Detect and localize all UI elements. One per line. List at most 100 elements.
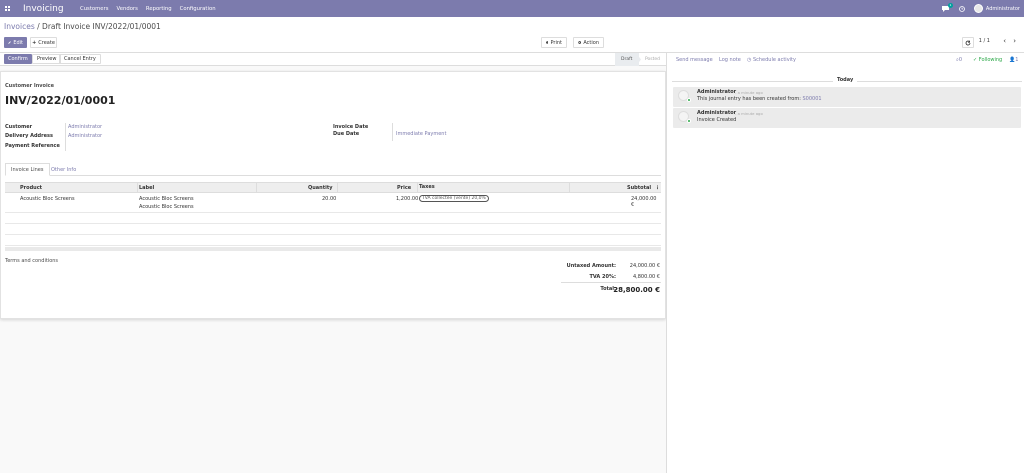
user-menu[interactable]: Administrator [986, 6, 1020, 12]
create-label: Create [38, 39, 55, 46]
chat-icon[interactable]: 1 [942, 2, 953, 13]
table-row [5, 213, 661, 224]
line-label-description: Acoustic Bloc Screens [139, 204, 194, 210]
schedule-activity-button[interactable]: ◷ Schedule activity [747, 57, 796, 63]
date-label: Today [833, 77, 858, 83]
column-options-icon[interactable]: ⋮ [655, 185, 660, 191]
customer-label: Customer [5, 124, 33, 130]
chatter-panel: Send message Log note ◷ Schedule activit… [666, 53, 1024, 473]
confirm-button[interactable]: Confirm [4, 54, 32, 64]
menu-reporting[interactable]: Reporting [146, 6, 172, 12]
pager-next-icon[interactable]: › [1013, 37, 1016, 45]
col-label[interactable]: Label [139, 185, 154, 191]
attachments-button[interactable]: ⌕0 [956, 57, 962, 63]
check-icon: ✓ [973, 57, 978, 63]
table-row [5, 235, 661, 246]
schedule-activity-label: Schedule activity [752, 57, 796, 63]
line-quantity: 20.00 [322, 196, 337, 202]
apps-menu-button[interactable] [0, 0, 14, 17]
cancel-entry-button[interactable]: Cancel Entry [59, 54, 101, 64]
menu-customers[interactable]: Customers [80, 6, 109, 12]
tab-invoice-lines[interactable]: Invoice Lines [5, 163, 50, 176]
totals-divider [561, 282, 661, 283]
field-divider [65, 123, 66, 151]
tva-value: 4,800.00 € [632, 274, 660, 280]
create-button[interactable]: + Create [30, 37, 57, 48]
plus-icon: + [32, 39, 37, 46]
col-taxes[interactable]: Taxes [419, 184, 435, 190]
tax-tag: TVA collectée (vente) 20,0% [419, 195, 489, 202]
col-separator [569, 183, 570, 193]
invoice-type-label: Customer Invoice [5, 83, 55, 89]
refresh-icon [965, 40, 971, 45]
followers-button[interactable]: 👤1 [1009, 57, 1018, 63]
line-label: Acoustic Bloc Screens [139, 196, 194, 202]
notebook-tabs: Invoice Lines Other Info [5, 163, 661, 176]
preview-button[interactable]: Preview [32, 54, 62, 64]
col-separator [337, 183, 338, 193]
due-date-label: Due Date [333, 131, 360, 137]
line-subtotal: 24,000.00 € [631, 196, 657, 208]
message-body: This journal entry has been created from… [697, 96, 822, 102]
attachment-count: 0 [958, 57, 962, 63]
message-author[interactable]: Administrator [697, 89, 736, 95]
tab-other-info[interactable]: Other Info [46, 163, 81, 176]
message-text: Invoice Created [697, 117, 737, 123]
delivery-address-field[interactable]: Administrator [68, 133, 102, 139]
col-price[interactable]: Price [397, 185, 411, 191]
breadcrumb-separator: / [37, 22, 40, 31]
edit-button[interactable]: Edit [4, 37, 27, 48]
table-footer [5, 247, 661, 251]
invoice-number: INV/2022/01/0001 [5, 94, 116, 107]
message-body: Invoice Created [697, 117, 736, 123]
col-subtotal[interactable]: Subtotal [627, 185, 651, 191]
source-order-link[interactable]: S00001 [802, 96, 821, 102]
action-button[interactable]: Action [573, 37, 604, 48]
customer-field[interactable]: Administrator [68, 124, 102, 130]
message-author[interactable]: Administrator [697, 110, 736, 116]
date-separator: Today [667, 77, 1024, 85]
app-name[interactable]: Invoicing [23, 4, 80, 14]
pager-value[interactable]: 1 / 1 [979, 38, 990, 44]
message-time: - a minute ago [735, 111, 763, 116]
breadcrumb-current: Draft Invoice INV/2022/01/0001 [42, 22, 161, 31]
print-label: Print [550, 39, 562, 46]
pager-previous-icon[interactable]: ‹ [1003, 37, 1006, 45]
clock-icon[interactable] [958, 5, 966, 13]
invoice-date-label: Invoice Date [333, 124, 369, 130]
line-price: 1,200.00 [396, 196, 419, 202]
menu-vendors[interactable]: Vendors [117, 6, 138, 12]
send-message-button[interactable]: Send message [676, 57, 713, 63]
print-button[interactable]: Print [541, 37, 567, 48]
chatter-topbar: Send message Log note ◷ Schedule activit… [667, 53, 1024, 66]
reload-button[interactable] [962, 37, 974, 48]
lines-table-header: Product Label Quantity Price Taxes Subto… [5, 182, 661, 193]
col-product[interactable]: Product [20, 185, 42, 191]
field-divider [392, 123, 393, 141]
following-button[interactable]: ✓ Following [973, 57, 1002, 63]
total-value: 28,800.00 € [613, 286, 660, 294]
menu-configuration[interactable]: Configuration [180, 6, 216, 12]
control-panel: Invoices / Draft Invoice INV/2022/01/000… [0, 17, 1024, 53]
log-note-button[interactable]: Log note [719, 57, 741, 63]
terms-and-conditions[interactable]: Terms and conditions [5, 258, 58, 264]
printer-icon [546, 41, 549, 44]
col-quantity[interactable]: Quantity [308, 185, 333, 191]
grid-icon [4, 6, 10, 11]
chat-badge: 1 [947, 2, 953, 8]
table-row[interactable]: Acoustic Bloc Screens Acoustic Bloc Scre… [5, 193, 661, 213]
stage-posted: Posted [645, 57, 661, 62]
table-row [5, 224, 661, 235]
untaxed-amount-value: 24,000.00 € [629, 263, 660, 269]
user-avatar[interactable] [973, 4, 983, 13]
gear-icon [578, 41, 581, 44]
message-time: - a minute ago [735, 90, 763, 95]
followers-count: 1 [1015, 57, 1019, 63]
delivery-address-label: Delivery Address [5, 133, 53, 139]
message-item[interactable]: Administrator - a minute ago Invoice Cre… [673, 108, 1021, 128]
line-product: Acoustic Bloc Screens [20, 196, 75, 202]
message-item[interactable]: Administrator - a minute ago This journa… [673, 87, 1021, 107]
breadcrumb-invoices[interactable]: Invoices [4, 22, 35, 31]
due-date-field[interactable]: Immediate Payment [396, 131, 446, 137]
breadcrumb: Invoices / Draft Invoice INV/2022/01/000… [4, 22, 161, 31]
